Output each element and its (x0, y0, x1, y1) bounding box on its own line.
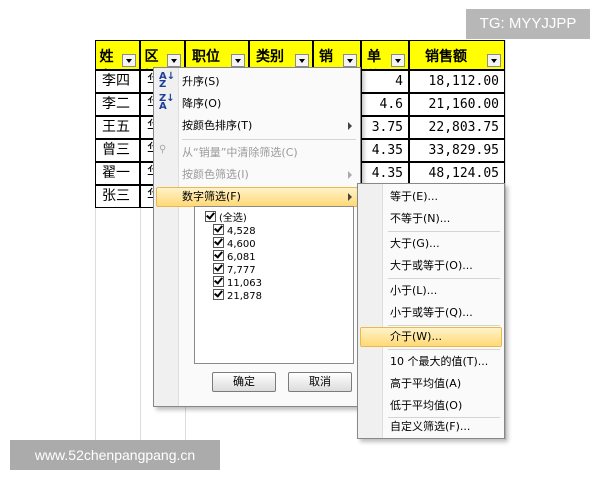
header-name[interactable]: 姓名 (95, 40, 140, 85)
cell-unit-price[interactable]: 4.35 (361, 162, 409, 185)
checkbox-checked-icon[interactable] (213, 276, 224, 287)
header-quantity[interactable]: 销量 (313, 40, 361, 85)
filter-dropdown-icon[interactable] (231, 54, 245, 67)
list-item[interactable]: 21,878 (213, 289, 262, 302)
header-category[interactable]: 类别 (249, 40, 313, 70)
menu-filter-by-color: 按颜色筛选(I) (182, 168, 249, 181)
cell-name[interactable]: 李二 (95, 93, 140, 116)
header-sales[interactable]: 销售额 (409, 40, 505, 70)
submenu-custom-filter[interactable]: 自定义筛选(F)... (390, 417, 470, 437)
menu-sort-descending[interactable]: 降序(O) (182, 94, 221, 114)
list-item[interactable]: 6,081 (213, 250, 256, 263)
cell-name[interactable]: 曾三 (95, 139, 140, 162)
number-filter-submenu: 等于(E)... 不等于(N)... 大于(G)... 大于或等于(O)... … (357, 183, 505, 439)
submenu-top-10[interactable]: 10 个最大的值(T)... (390, 352, 488, 372)
sort-ascending-icon: A↓ Z (159, 71, 176, 90)
submenu-greater-than[interactable]: 大于(G)... (390, 234, 440, 254)
submenu-below-average[interactable]: 低于平均值(O) (390, 396, 462, 416)
cell-sales[interactable]: 33,829.95 (409, 139, 505, 162)
checkbox-checked-icon[interactable] (213, 289, 224, 300)
cell-unit-price[interactable]: 3.75 (361, 116, 409, 139)
filter-value-list[interactable]: (全选) 4,528 4,600 6,081 7,777 11,063 21,8… (194, 206, 354, 364)
cell-sales[interactable]: 21,160.00 (409, 93, 505, 116)
submenu-less-than[interactable]: 小于(L)... (390, 281, 437, 301)
autofilter-menu: A↓ Z 升序(S) Z↓ A 降序(O) 按颜色排序(T) ⚲ 从“销量”中清除筛… (153, 67, 361, 407)
submenu-arrow-icon (348, 193, 352, 201)
filter-dropdown-icon[interactable] (391, 54, 405, 67)
submenu-not-equals[interactable]: 不等于(N)... (390, 209, 450, 229)
header-position[interactable]: 职位 (185, 40, 249, 70)
submenu-arrow-icon (348, 171, 352, 179)
cell-name[interactable]: 张三 (95, 185, 140, 208)
filter-dropdown-icon[interactable] (295, 54, 309, 67)
submenu-above-average[interactable]: 高于平均值(A) (390, 374, 461, 394)
cell-unit-price[interactable]: 4.6 (361, 93, 409, 116)
checkbox-checked-icon[interactable] (213, 224, 224, 235)
menu-sort-by-color[interactable]: 按颜色排序(T) (182, 116, 252, 136)
cell-unit-price[interactable]: 4.35 (361, 139, 409, 162)
menu-separator (388, 278, 500, 279)
menu-separator (388, 349, 500, 350)
checkbox-checked-icon[interactable] (205, 211, 216, 222)
checkbox-checked-icon[interactable] (213, 237, 224, 248)
checkbox-checked-icon[interactable] (213, 263, 224, 274)
list-item[interactable]: 11,063 (213, 276, 262, 289)
submenu-between[interactable]: 介于(W)... (390, 327, 442, 347)
submenu-less-or-equal[interactable]: 小于或等于(Q)... (390, 303, 473, 323)
list-item[interactable]: (全选) (205, 211, 247, 224)
menu-separator (182, 139, 356, 140)
header-region[interactable]: 区域 (140, 40, 185, 85)
menu-sort-ascending[interactable]: 升序(S) (182, 72, 220, 92)
filter-dropdown-icon[interactable] (487, 54, 501, 67)
cell-unit-price[interactable]: 4 (361, 70, 409, 93)
cell-name[interactable]: 王五 (95, 116, 140, 139)
submenu-arrow-icon (348, 122, 352, 130)
menu-clear-filter: 从“销量”中清除筛选(C) (182, 146, 298, 159)
submenu-greater-or-equal[interactable]: 大于或等于(O)... (390, 256, 473, 276)
menu-separator (388, 325, 500, 326)
menu-gutter (358, 184, 383, 438)
sort-descending-icon: Z↓ A (159, 93, 175, 112)
filter-dropdown-icon[interactable] (343, 54, 357, 67)
cell-name[interactable]: 李四 (95, 70, 140, 93)
header-unit-price[interactable]: 单价 (361, 40, 409, 85)
menu-separator (388, 231, 500, 232)
cell-sales[interactable]: 22,803.75 (409, 116, 505, 139)
clear-filter-icon: ⚲ (159, 144, 167, 155)
menu-number-filter[interactable]: 数字筛选(F) (182, 187, 241, 207)
list-item[interactable]: 4,528 (213, 224, 256, 237)
submenu-equals[interactable]: 等于(E)... (390, 187, 438, 207)
list-item[interactable]: 4,600 (213, 237, 256, 250)
checkbox-checked-icon[interactable] (213, 250, 224, 261)
cancel-button[interactable]: 取消 (288, 372, 352, 392)
watermark-site: www.52chenpangpang.cn (10, 440, 220, 470)
menu-gutter (154, 68, 179, 406)
ok-button[interactable]: 确定 (212, 372, 276, 392)
filter-dropdown-icon[interactable] (122, 54, 136, 67)
watermark-tg: TG: MYYJJPP (466, 9, 590, 39)
filter-dropdown-icon[interactable] (167, 54, 181, 67)
cell-sales[interactable]: 18,112.00 (409, 70, 505, 93)
grid-line (505, 40, 506, 440)
cell-name[interactable]: 翟一 (95, 162, 140, 185)
list-item[interactable]: 7,777 (213, 263, 256, 276)
cell-sales[interactable]: 48,124.05 (409, 162, 505, 185)
